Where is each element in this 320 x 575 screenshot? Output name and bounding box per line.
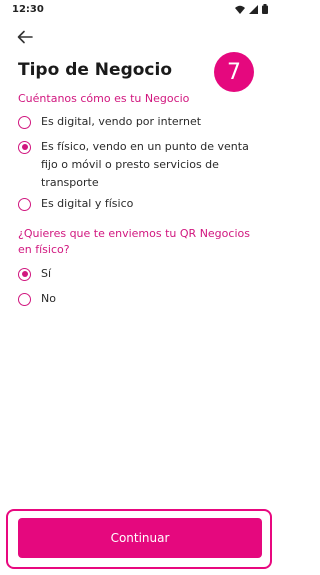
status-icons — [235, 4, 268, 14]
radio-digital[interactable] — [18, 115, 31, 129]
option-no[interactable]: No — [18, 290, 251, 308]
option-digital-physical[interactable]: Es digital y físico — [18, 195, 251, 213]
back-button[interactable] — [14, 26, 36, 48]
step-badge: 7 — [214, 52, 254, 92]
continue-button[interactable]: Continuar — [18, 518, 262, 558]
status-time: 12:30 — [12, 4, 44, 15]
battery-icon — [262, 4, 268, 14]
option-yes-label: Sí — [41, 267, 52, 280]
radio-yes[interactable] — [18, 267, 31, 281]
status-bar: 12:30 — [0, 0, 280, 20]
radio-no[interactable] — [18, 292, 31, 306]
wifi-icon — [235, 5, 245, 14]
option-digital[interactable]: Es digital, vendo por internet — [18, 113, 251, 131]
option-digital-label: Es digital, vendo por internet — [41, 115, 202, 128]
option-no-label: No — [41, 292, 56, 305]
option-yes[interactable]: Sí — [18, 265, 251, 283]
radio-digital-physical[interactable] — [18, 197, 31, 211]
signal-icon — [249, 4, 258, 14]
option-digital-physical-label: Es digital y físico — [41, 197, 134, 210]
question-qr-title: ¿Quieres que te enviemos tu QR Negocios … — [18, 227, 250, 256]
question-business-type-title: Cuéntanos cómo es tu Negocio — [18, 92, 190, 105]
page-title: Tipo de Negocio — [18, 60, 172, 80]
arrow-left-icon — [17, 30, 33, 44]
option-physical-label: Es físico, vendo en un punto de venta fi… — [41, 140, 249, 189]
option-physical[interactable]: Es físico, vendo en un punto de venta fi… — [18, 138, 251, 192]
radio-physical[interactable] — [18, 140, 31, 154]
